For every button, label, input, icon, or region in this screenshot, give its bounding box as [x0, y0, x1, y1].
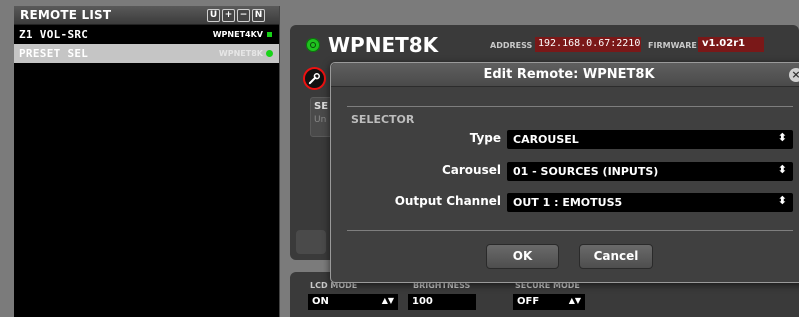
close-icon[interactable]: × [789, 68, 799, 82]
secure-mode-value: OFF [517, 296, 540, 307]
section-title: SELECTOR [351, 113, 415, 126]
selector-summary-subtitle: Un [314, 115, 327, 125]
edit-remote-button[interactable] [303, 67, 326, 90]
cancel-button[interactable]: Cancel [579, 244, 653, 269]
type-select[interactable]: CAROUSEL ⬍ [507, 130, 793, 149]
secure-mode-select[interactable]: OFF ▲▼ [513, 294, 585, 310]
updown-arrow-icon: ▲▼ [568, 296, 581, 305]
new-remote-button[interactable]: N [252, 9, 265, 22]
device-title: WPNET8K [328, 33, 439, 57]
status-indicator-icon [267, 32, 272, 37]
lcd-mode-select[interactable]: ON ▲▼ [308, 294, 398, 310]
remote-model: WPNET8K [218, 49, 263, 58]
add-remote-button[interactable]: + [222, 9, 235, 22]
power-status-icon [306, 38, 320, 52]
remote-model: WPNET4KV [212, 30, 263, 39]
remote-list-toolbar: U + − N [207, 9, 265, 22]
carousel-value: 01 - SOURCES (INPUTS) [513, 165, 659, 178]
remote-name: Z1 VOL-SRC [19, 28, 89, 41]
ok-button[interactable]: OK [486, 244, 559, 269]
output-channel-label: Output Channel [394, 194, 501, 208]
updown-arrow-icon: ⬍ [777, 163, 787, 176]
remote-list-panel: REMOTE LIST U + − N Z1 VOL-SRC WPNET4KV … [14, 6, 280, 317]
firmware-label: FIRMWARE [648, 41, 697, 50]
remote-list-item[interactable]: Z1 VOL-SRC WPNET4KV [14, 25, 279, 44]
output-channel-value: OUT 1 : EMOTUS5 [513, 196, 623, 209]
wrench-icon [308, 73, 320, 85]
brightness-value: 100 [412, 296, 433, 307]
output-channel-select[interactable]: OUT 1 : EMOTUS5 ⬍ [507, 193, 793, 212]
divider [347, 106, 793, 107]
edit-remote-dialog: Edit Remote: WPNET8K × SELECTOR Type CAR… [330, 62, 799, 283]
remove-remote-button[interactable]: − [237, 9, 250, 22]
dialog-title: Edit Remote: WPNET8K [331, 63, 799, 87]
remote-list-title: REMOTE LIST [20, 8, 112, 22]
remote-name: PRESET SEL [19, 47, 89, 60]
type-value: CAROUSEL [513, 133, 579, 146]
carousel-label: Carousel [441, 163, 501, 177]
selector-summary-title: SE [314, 101, 329, 112]
carousel-select[interactable]: 01 - SOURCES (INPUTS) ⬍ [507, 162, 793, 181]
app-window: REMOTE LIST U + − N Z1 VOL-SRC WPNET4KV … [0, 0, 799, 317]
remote-list-item-selected[interactable]: PRESET SEL WPNET8K [14, 44, 279, 63]
background-control [296, 230, 326, 254]
brightness-input[interactable]: 100 [408, 294, 476, 310]
divider [347, 230, 793, 231]
address-label: ADDRESS [490, 41, 533, 50]
firmware-value: v1.02r1 [698, 37, 764, 52]
update-button[interactable]: U [207, 9, 220, 22]
status-indicator-icon [266, 50, 273, 57]
updown-arrow-icon: ▲▼ [381, 296, 394, 305]
address-value: 192.168.0.67:2210 [535, 37, 641, 52]
updown-arrow-icon: ⬍ [777, 131, 787, 144]
type-label: Type [469, 131, 501, 145]
lcd-mode-value: ON [312, 296, 329, 307]
updown-arrow-icon: ⬍ [777, 194, 787, 207]
